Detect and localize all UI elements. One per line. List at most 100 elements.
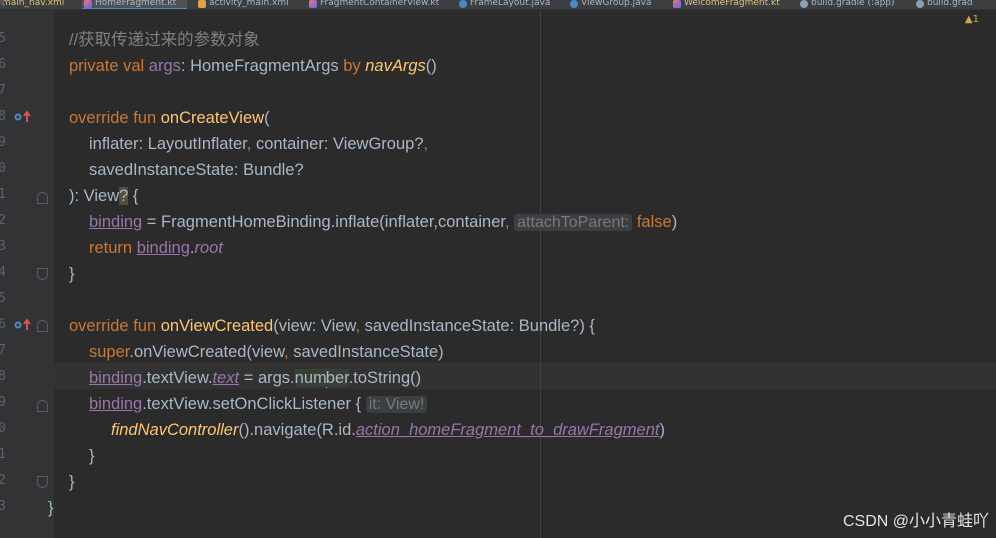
- gradle-icon: [916, 0, 924, 8]
- comma: ,: [423, 135, 429, 153]
- punctuation: ): [659, 421, 665, 439]
- property: text: [212, 369, 240, 387]
- parameter: (view: View: [273, 317, 356, 335]
- line-number: 7: [0, 83, 6, 98]
- expression: .onViewCreated(view: [129, 343, 285, 361]
- line-number: 6: [0, 317, 6, 332]
- line-number: 0: [0, 421, 6, 436]
- parameter: inflater: LayoutInflater: [89, 135, 247, 153]
- code-line-set-text: binding.textView.text = args.number.toSt…: [89, 365, 421, 391]
- punctuation: {: [128, 187, 139, 205]
- tab-label: FragmentContainerView.kt: [320, 0, 440, 8]
- keyword: by: [343, 57, 361, 75]
- line-number: 2: [0, 473, 6, 488]
- line-number: 3: [0, 499, 6, 514]
- tab-label: build.grad: [927, 0, 973, 8]
- expression: .textView.: [142, 369, 213, 387]
- punctuation: ): [671, 213, 678, 231]
- line-number-gutter: 4 5 6 7 8 9 0 1 2 3 4 5 6 7 8 9 0 1 2 3: [0, 0, 62, 538]
- fold-toggle-icon[interactable]: [37, 192, 48, 204]
- code-line-onviewcreated: override fun onViewCreated(view: View, s…: [69, 313, 595, 339]
- expression: = FragmentHomeBinding.inflate(inflater,c…: [142, 213, 505, 231]
- line-number: 4: [0, 0, 6, 11]
- code-line-brace: }: [69, 469, 75, 495]
- tab-build-gradle-app[interactable]: build.gradle (:app): [798, 0, 895, 9]
- brace: }: [69, 473, 75, 491]
- property: binding: [89, 395, 143, 413]
- property: binding: [89, 369, 143, 387]
- kotlin-file-icon: [673, 0, 681, 8]
- line-number: 2: [0, 213, 6, 228]
- expression: = args.: [239, 369, 295, 387]
- tab-label: build.gradle (:app): [811, 0, 895, 8]
- function-name: onViewCreated: [160, 317, 274, 335]
- code-line-return-type: ): View? {: [69, 183, 138, 209]
- watermark: CSDN @小小青蛙吖: [842, 513, 989, 530]
- comma: ,: [504, 213, 510, 231]
- parameter: savedInstanceState: Bundle?) {: [360, 317, 595, 335]
- tab-activity-main-xml[interactable]: activity_main.xml: [196, 0, 289, 9]
- parameter-hint: attachToParent:: [514, 214, 633, 231]
- code-line-click-listener: binding.textView.setOnClickListener { it…: [89, 391, 428, 418]
- keyword: false: [636, 213, 672, 231]
- tab-label: HomeFragment.kt: [95, 0, 177, 8]
- fold-toggle-icon[interactable]: [37, 320, 48, 332]
- kotlin-file-icon: [309, 0, 317, 8]
- function-call: findNavController: [111, 421, 239, 439]
- function-name: onCreateView: [160, 109, 265, 127]
- kotlin-file-icon: [84, 0, 92, 8]
- tab-viewgroup-java[interactable]: ViewGroup.java: [568, 0, 651, 9]
- fold-toggle-icon[interactable]: [37, 400, 48, 412]
- keyword: private val: [69, 57, 149, 75]
- line-number: 5: [0, 291, 6, 306]
- type: : HomeFragmentArgs: [180, 57, 344, 75]
- nullable-marker: ?: [119, 187, 129, 205]
- fold-toggle-icon[interactable]: [37, 268, 48, 280]
- property: root: [194, 239, 223, 257]
- line-number: 0: [0, 161, 6, 176]
- expression: .toString(): [348, 369, 422, 387]
- property: args: [148, 57, 181, 75]
- line-number: 3: [0, 239, 6, 254]
- fold-toggle-icon[interactable]: [37, 476, 48, 488]
- line-number: 7: [0, 343, 6, 358]
- keyword: override fun: [69, 317, 161, 335]
- code-line-brace: }: [69, 261, 75, 287]
- code-line-brace: }: [89, 443, 95, 469]
- keyword: super: [89, 343, 130, 361]
- line-number: 4: [0, 265, 6, 280]
- function-call: navArgs: [365, 57, 426, 75]
- java-class-icon: [570, 0, 578, 8]
- punctuation: (): [425, 57, 437, 75]
- brace: }: [48, 499, 54, 517]
- property: binding: [136, 239, 190, 257]
- tab-label: activity_main.xml: [209, 0, 289, 8]
- tab-welcomefragment-kt[interactable]: WelcomeFragment.kt: [671, 0, 780, 9]
- line-number: 6: [0, 57, 6, 72]
- code-line-args: private val args: HomeFragmentArgs by na…: [69, 53, 437, 79]
- punctuation: (: [264, 109, 270, 127]
- tab-homefragment-kt[interactable]: HomeFragment.kt: [82, 0, 187, 9]
- tab-label: main_nav.xml: [2, 0, 65, 8]
- line-number: 5: [0, 31, 6, 46]
- code-editor[interactable]: //获取传递过来的参数对象 private val args: HomeFrag…: [48, 10, 996, 538]
- tab-main-nav-xml[interactable]: main_nav.xml: [0, 0, 65, 9]
- gradle-icon: [800, 0, 808, 8]
- tab-build-gradle[interactable]: build.grad: [914, 0, 973, 9]
- keyword: override fun: [69, 109, 161, 127]
- tab-fragmentcontainerview-kt[interactable]: FragmentContainerView.kt: [307, 0, 440, 9]
- comment: //获取传递过来的参数对象: [69, 31, 260, 49]
- code-line-comment: //获取传递过来的参数对象: [69, 27, 260, 53]
- tab-framelayout-java[interactable]: FrameLayout.java: [457, 0, 550, 9]
- parameter: container: ViewGroup?: [251, 135, 424, 153]
- line-number: 1: [0, 187, 6, 202]
- override-method-icon[interactable]: [14, 110, 34, 124]
- code-line-binding: binding = FragmentHomeBinding.inflate(in…: [89, 209, 677, 236]
- override-method-icon[interactable]: [14, 318, 34, 332]
- property: binding: [89, 213, 143, 231]
- expression: .textView.setOnClickListener {: [142, 395, 366, 413]
- xml-file-icon: [198, 0, 206, 8]
- brace: }: [89, 447, 95, 465]
- code-line-navigate: findNavController().navigate(R.id.action…: [111, 417, 665, 443]
- property: action_homeFragment_to_drawFragment: [355, 421, 660, 439]
